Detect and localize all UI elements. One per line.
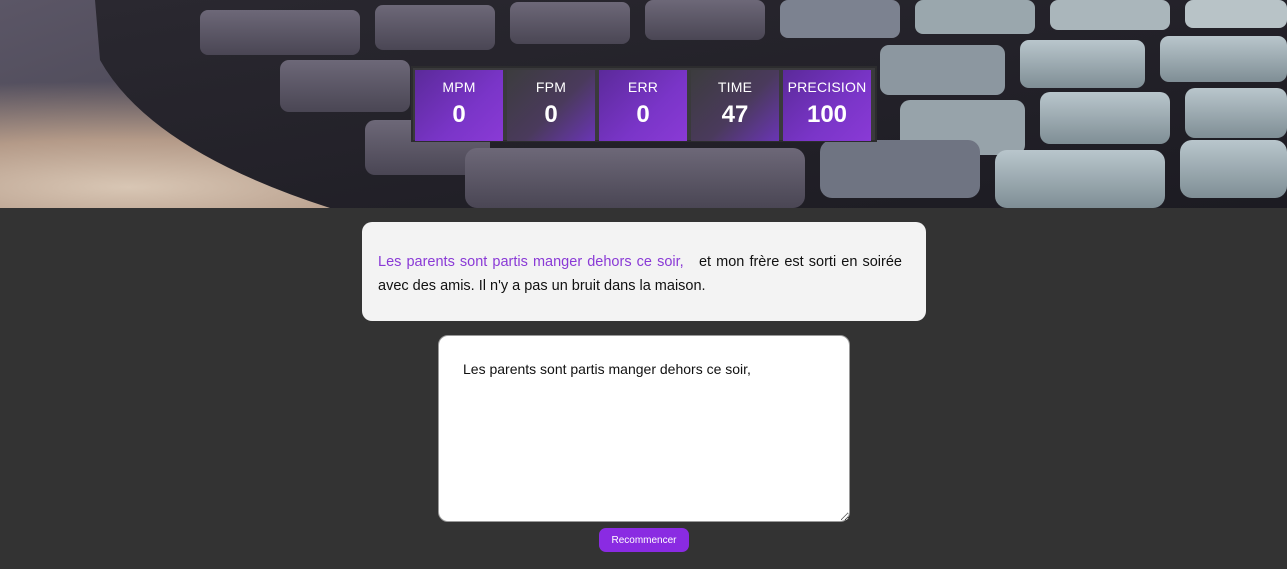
stat-err-label: ERR	[627, 79, 659, 95]
stats-panel: MPM 0 FPM 0 ERR 0 TIME 47 PRECISION 100	[411, 66, 877, 142]
stat-fpm-value: 0	[544, 101, 558, 128]
quote-card: Les parents sont partis manger dehors ce…	[362, 222, 926, 321]
stat-time-label: TIME	[717, 79, 753, 95]
stat-err: ERR 0	[599, 70, 687, 141]
stat-fpm: FPM 0	[507, 70, 595, 141]
stat-mpm-label: MPM	[442, 79, 476, 95]
quote-typed-text: Les parents sont partis manger dehors ce…	[378, 254, 684, 270]
stat-precision-label: PRECISION	[787, 79, 867, 95]
restart-button[interactable]: Recommencer	[599, 528, 689, 552]
typing-input[interactable]: Les parents sont partis manger dehors ce…	[438, 335, 850, 522]
stat-precision-value: 100	[806, 101, 848, 128]
stat-mpm: MPM 0	[415, 70, 503, 141]
stat-fpm-label: FPM	[535, 79, 567, 95]
stat-precision: PRECISION 100	[783, 70, 871, 141]
stat-mpm-value: 0	[452, 101, 466, 128]
stat-time: TIME 47	[691, 70, 779, 141]
stat-time-value: 47	[721, 101, 749, 128]
stat-err-value: 0	[636, 101, 650, 128]
